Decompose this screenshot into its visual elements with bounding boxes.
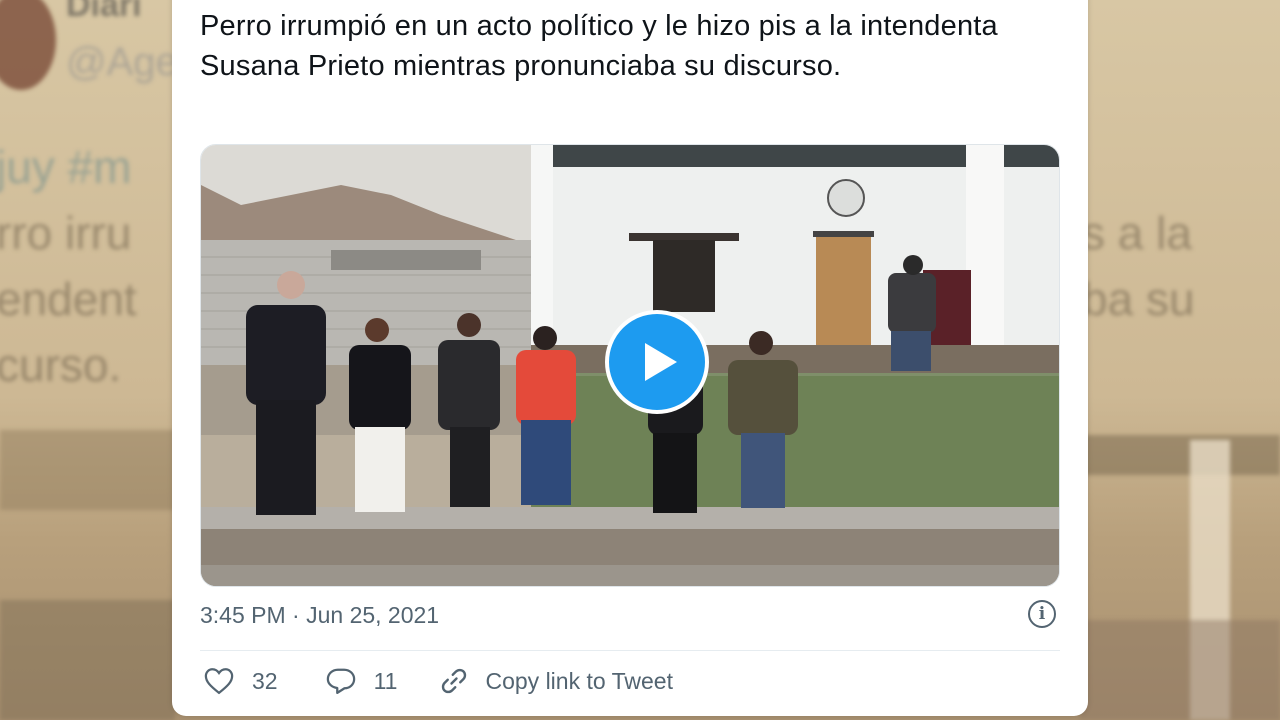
blurred-name: Diari [66, 0, 142, 24]
blurred-roof [1080, 435, 1280, 475]
tweet-card: Perro irrumpió en un acto político y le … [172, 0, 1088, 716]
blurred-handle: @Age [66, 40, 178, 84]
copy-link-button[interactable]: Copy link to Tweet [439, 666, 673, 696]
tweet-timestamp[interactable]: 3:45 PM · Jun 25, 2021 [200, 602, 439, 629]
blurred-ground [0, 600, 175, 720]
blurred-line-2: endent [0, 273, 137, 325]
tweet-text: Perro irrumpió en un acto político y le … [200, 10, 998, 82]
reply-count: 11 [373, 667, 398, 694]
blurred-wall [0, 430, 175, 510]
reply-button[interactable]: 11 [326, 667, 398, 695]
tweet-actions: 32 11 Copy link to Tweet [204, 666, 673, 696]
info-icon[interactable]: i [1028, 600, 1056, 628]
like-count: 32 [252, 667, 278, 694]
copy-link-label: Copy link to Tweet [485, 667, 673, 694]
blurred-right-panel: s a la ba su [1080, 0, 1280, 720]
link-icon [442, 668, 467, 694]
blurred-right-line-1: s a la [1082, 207, 1192, 259]
blurred-person [1080, 620, 1280, 720]
video-thumbnail[interactable] [200, 144, 1060, 587]
like-button[interactable]: 32 [204, 667, 278, 695]
play-icon [645, 343, 677, 381]
play-button[interactable] [605, 310, 709, 414]
heart-icon [204, 668, 234, 695]
reply-icon [326, 668, 355, 694]
blurred-right-line-2: ba su [1082, 273, 1195, 325]
blurred-left-panel: Diari @Age juy #m rro irru endent curso. [0, 0, 178, 720]
blurred-avatar [0, 0, 56, 90]
blurred-line-1: rro irru [0, 207, 132, 259]
divider [200, 650, 1060, 651]
blurred-hashtag: juy #m [0, 141, 132, 193]
blurred-line-3: curso. [0, 339, 122, 391]
